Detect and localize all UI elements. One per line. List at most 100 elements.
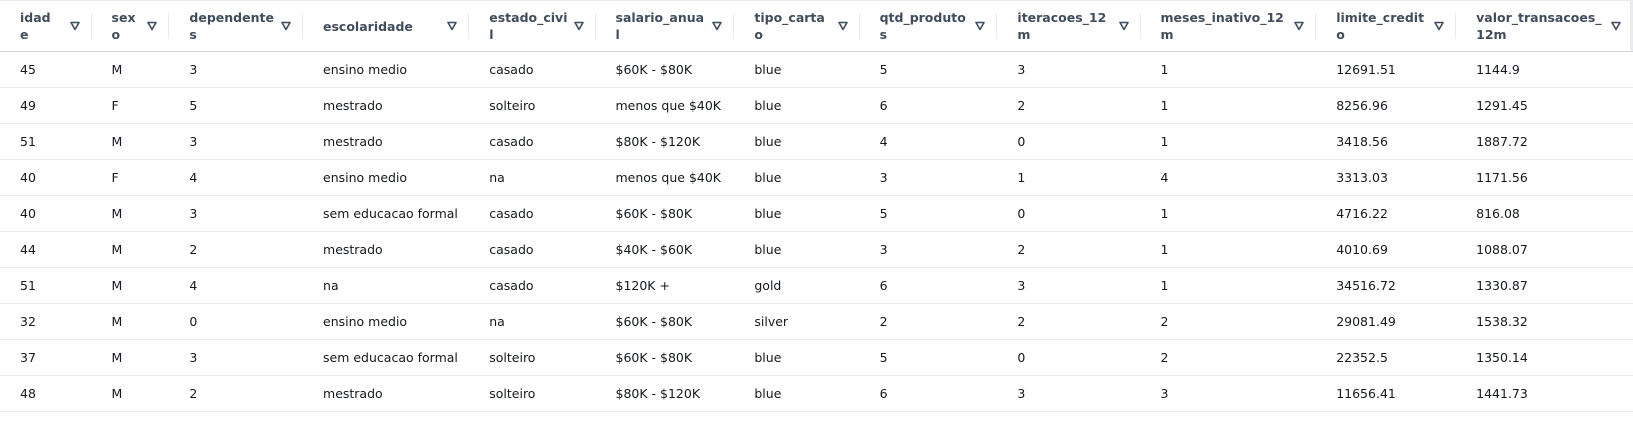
table-cell-meses-inativo-12m: 1 [1140,195,1317,232]
table-cell-salario-anual: $120K + [595,267,735,304]
sort-filter-icon[interactable] [69,21,80,31]
table-cell-dependentes: 4 [169,267,304,304]
column-header-estado-civil[interactable]: estado_civil [469,0,596,52]
sort-filter-icon[interactable] [447,21,458,31]
sort-filter-icon[interactable] [1294,21,1305,31]
table-cell-limite-credito: 12691.51 [1316,51,1457,88]
table-cell-valor-transacoes-12m: 1088.07 [1456,231,1633,268]
table-cell-iteracoes-12m: 0 [997,339,1141,376]
table-cell-limite-credito: 34516.72 [1316,267,1457,304]
table-cell-tipo-cartao: silver [734,303,860,340]
sort-filter-icon[interactable] [281,21,291,31]
table-cell-idade: 48 [0,375,92,412]
sort-filter-icon[interactable] [1434,21,1444,31]
table-cell-meses-inativo-12m: 1 [1140,123,1317,160]
table-cell-dependentes: 4 [169,159,304,196]
table-row[interactable]: 49 F 5 mestrado solteiro menos que $40K blue 6 2… [0,87,1633,124]
table-cell-estado-civil: solteiro [469,339,596,376]
column-header-label: salario_anual [615,10,705,42]
column-header-dependentes[interactable]: dependentes [169,0,304,52]
table-cell-tipo-cartao: gold [734,267,860,304]
table-row[interactable]: 40 F 4 ensino medio na menos que $40K blue 3 1 4 3… [0,159,1633,196]
column-header-label: sex o [111,10,136,42]
table-cell-meses-inativo-12m: 2 [1140,303,1317,340]
column-header-label: limite_credit o [1336,10,1425,42]
table-cell-valor-transacoes-12m: 1330.87 [1456,267,1633,304]
column-header-idade[interactable]: idad e [0,0,92,52]
table-cell-qtd-produtos: 5 [859,339,998,376]
table-row[interactable]: 51 M 3 mestrado casado $80K - $120K blue 4 0 1 341… [0,123,1633,160]
sort-filter-icon[interactable] [1611,21,1621,31]
table-cell-iteracoes-12m: 3 [997,375,1141,412]
table-cell-sexo: M [91,339,170,376]
table-cell-salario-anual: $80K - $120K [595,375,735,412]
table-row[interactable]: 48 M 2 mestrado solteiro $80K - $120K blue 6 3 3 1… [0,375,1633,412]
table-cell-meses-inativo-12m: 1 [1140,51,1317,88]
table-cell-dependentes: 3 [169,123,304,160]
table-cell-salario-anual: $60K - $80K [595,51,735,88]
column-header-meses-inativo-12m[interactable]: meses_inativo_12 m [1140,0,1317,52]
table-row[interactable]: 32 M 0 ensino medio na $60K - $80K silver 2 2 2 29… [0,303,1633,340]
column-header-label: dependentes [189,10,274,42]
table-cell-limite-credito: 3418.56 [1316,123,1457,160]
table-cell-qtd-produtos: 4 [859,123,998,160]
table-cell-meses-inativo-12m: 1 [1140,87,1317,124]
column-header-qtd-produtos[interactable]: qtd_produto s [859,0,998,52]
column-header-label: iteracoes_12 m [1017,10,1107,42]
table-row[interactable]: 37 M 3 sem educacao formal solteiro $60K - $8… [0,339,1633,376]
table-cell-estado-civil: casado [469,195,596,232]
table-cell-meses-inativo-12m: 4 [1140,159,1317,196]
table-cell-qtd-produtos: 2 [859,303,998,340]
column-header-limite-credito[interactable]: limite_credit o [1316,0,1457,52]
table-row[interactable]: 44 M 2 mestrado casado $40K - $60K blue 3 2 1 4010… [0,231,1633,268]
table-cell-iteracoes-12m: 3 [997,51,1141,88]
sort-filter-icon[interactable] [975,21,986,31]
table-row[interactable]: 45 M 3 ensino medio casado $60K - $80K blue 5 3 1… [0,51,1633,88]
table-cell-escolaridade: sem educacao formal [303,339,470,376]
results-table-container: idad e sex o dependentes escolaridade estado… [0,0,1633,435]
table-cell-iteracoes-12m: 1 [997,159,1141,196]
column-header-sexo[interactable]: sex o [91,0,170,52]
table-cell-estado-civil: casado [469,267,596,304]
table-cell-qtd-produtos: 6 [859,375,998,412]
table-cell-escolaridade: ensino medio [303,159,470,196]
table-cell-salario-anual: $60K - $80K [595,195,735,232]
column-header-valor-transacoes-12m[interactable]: valor_transacoes_12m [1456,0,1633,52]
table-cell-iteracoes-12m: 3 [997,267,1141,304]
table-cell-estado-civil: casado [469,231,596,268]
table-cell-escolaridade: mestrado [303,231,470,268]
table-cell-sexo: M [91,195,170,232]
table-cell-valor-transacoes-12m: 1350.14 [1456,339,1633,376]
table-cell-qtd-produtos: 5 [859,51,998,88]
sort-filter-icon[interactable] [712,21,723,31]
table-cell-meses-inativo-12m: 1 [1140,267,1317,304]
table-cell-meses-inativo-12m: 3 [1140,375,1317,412]
table-cell-qtd-produtos: 5 [859,195,998,232]
table-cell-sexo: F [91,87,170,124]
table-cell-dependentes: 2 [169,375,304,412]
table-cell-tipo-cartao: blue [734,375,860,412]
table-row[interactable]: 51 M 4 na casado $120K + gold 6 3 1 34516.72 1330.8… [0,267,1633,304]
table-cell-valor-transacoes-12m: 1171.56 [1456,159,1633,196]
table-cell-tipo-cartao: blue [734,51,860,88]
sort-filter-icon[interactable] [1118,21,1129,31]
table-cell-valor-transacoes-12m: 1887.72 [1456,123,1633,160]
table-cell-valor-transacoes-12m: 1538.32 [1456,303,1633,340]
table-cell-valor-transacoes-12m: 816.08 [1456,195,1633,232]
table-cell-idade: 51 [0,267,92,304]
table-cell-qtd-produtos: 3 [859,231,998,268]
column-header-escolaridade[interactable]: escolaridade [303,0,470,52]
column-header-label: estado_civil [489,10,568,42]
table-cell-qtd-produtos: 3 [859,159,998,196]
table-cell-tipo-cartao: blue [734,159,860,196]
column-header-salario-anual[interactable]: salario_anual [595,0,735,52]
table-row[interactable]: 40 M 3 sem educacao formal casado $60K - $80K… [0,195,1633,232]
table-header: idad e sex o dependentes escolaridade estado… [0,0,1633,52]
column-header-tipo-cartao[interactable]: tipo_cartao [734,0,860,52]
sort-filter-icon[interactable] [837,21,848,31]
sort-filter-icon[interactable] [147,21,158,31]
table-cell-salario-anual: menos que $40K [595,87,735,124]
table-cell-dependentes: 2 [169,231,304,268]
column-header-iteracoes-12m[interactable]: iteracoes_12 m [997,0,1141,52]
sort-filter-icon[interactable] [573,21,584,31]
